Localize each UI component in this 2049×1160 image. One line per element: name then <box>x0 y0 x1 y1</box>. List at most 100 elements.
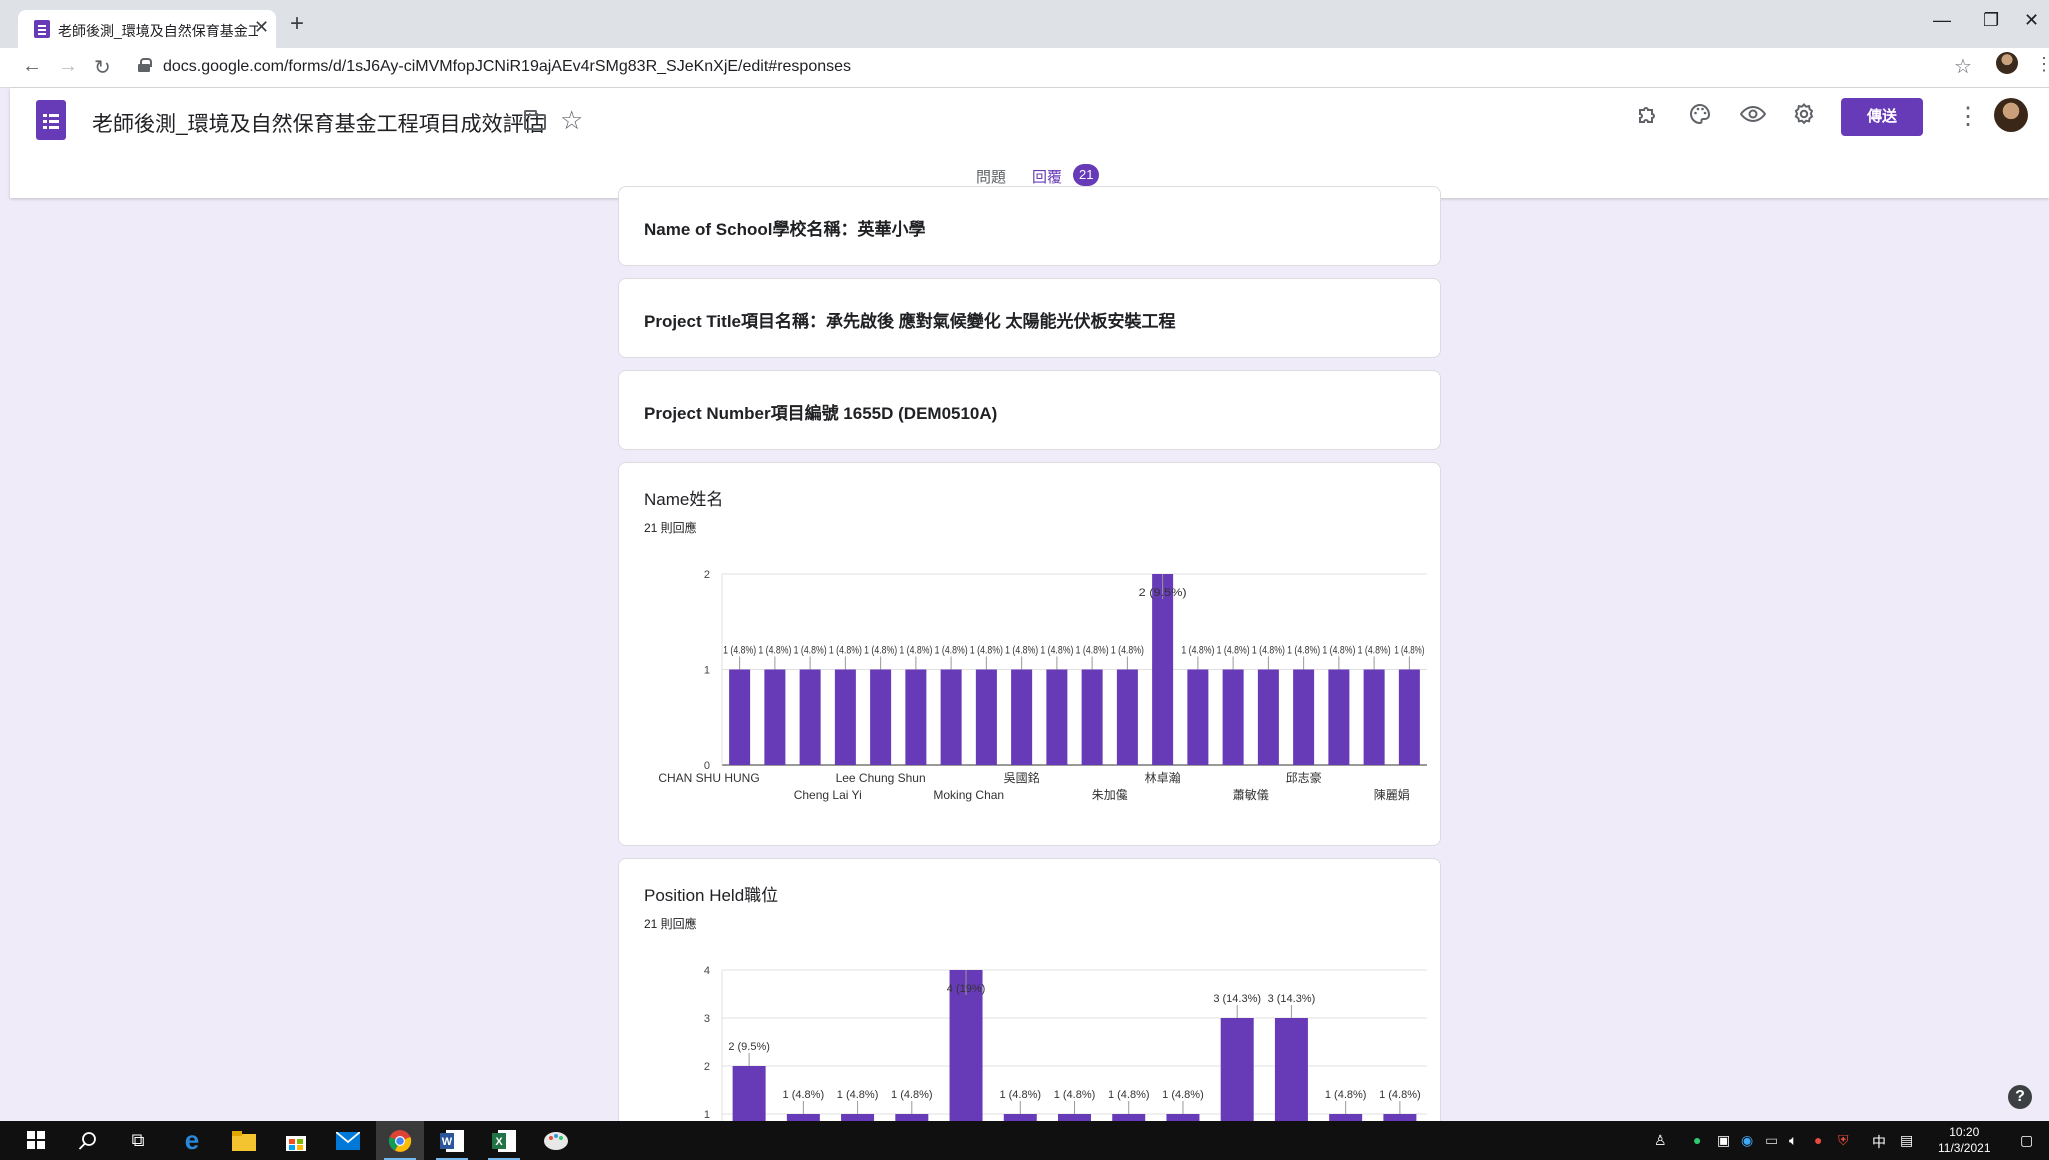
tray-app-icon[interactable]: ● <box>1693 1132 1701 1148</box>
data-label: 1 (4.8%) <box>1287 645 1320 657</box>
x-tick-label: Lee Chung Shun <box>836 771 926 785</box>
bar <box>940 669 962 765</box>
data-label: 1 (4.8%) <box>1181 645 1214 657</box>
url-field[interactable]: docs.google.com/forms/d/1sJ6Ay-ciMVMfopJ… <box>163 58 851 76</box>
data-label: 1 (4.8%) <box>1076 645 1109 657</box>
star-icon[interactable]: ☆ <box>560 105 583 136</box>
tray-app-icon[interactable]: ◉ <box>1741 1132 1753 1149</box>
x-tick-label: 林卓瀚 <box>1145 770 1181 785</box>
reload-icon[interactable]: ↻ <box>94 55 111 80</box>
bookmark-star-icon[interactable]: ☆ <box>1954 54 1972 79</box>
chrome-icon[interactable] <box>376 1121 424 1160</box>
forward-icon[interactable]: → <box>58 55 78 78</box>
search-icon[interactable] <box>64 1121 112 1160</box>
tray-app-icon[interactable]: ● <box>1814 1132 1822 1148</box>
x-tick-label: 陳麗娟 <box>1374 788 1410 802</box>
data-label: 1 (4.8%) <box>1040 645 1073 657</box>
browser-tab[interactable]: 老師後測_環境及自然保育基金工 ✕ <box>18 10 276 48</box>
security-shield-icon[interactable]: ⛨ <box>1838 1132 1849 1149</box>
bar <box>764 669 786 765</box>
close-window-icon[interactable]: ✕ <box>2024 10 2039 31</box>
more-options-icon[interactable]: ⋮ <box>1956 102 1980 131</box>
help-icon[interactable]: ? <box>2008 1085 2032 1109</box>
tab-title: 老師後測_環境及自然保育基金工 <box>58 23 258 39</box>
browser-menu-icon[interactable]: ⋮ <box>2035 54 2049 75</box>
data-label: 1 (4.8%) <box>1358 645 1391 657</box>
data-label: 2 (9.5%) <box>728 1041 770 1053</box>
taskbar-clock[interactable]: 10:20 11/3/2021 <box>1938 1124 1991 1156</box>
people-icon[interactable]: ♙ <box>1654 1132 1667 1149</box>
bar <box>1328 669 1350 765</box>
volume-icon[interactable]: 🔈︎ <box>1789 1132 1797 1149</box>
data-label: 1 (4.8%) <box>899 645 932 657</box>
y-tick-label: 1 <box>704 665 710 677</box>
preview-eye-icon[interactable] <box>1739 102 1767 133</box>
windows-start-icon[interactable] <box>12 1121 60 1160</box>
bar <box>1293 669 1315 765</box>
excel-icon[interactable]: X <box>480 1121 528 1160</box>
send-button[interactable]: 傳送 <box>1841 98 1923 136</box>
bar <box>1081 669 1103 765</box>
palette-icon[interactable] <box>1688 102 1712 133</box>
name-chart-card: Name姓名 21 則回應 0121 (4.8%) 1 (4.8%) 1 (4.8%… <box>618 462 1441 846</box>
settings-gear-icon[interactable] <box>1792 102 1816 133</box>
minimize-icon[interactable]: — <box>1933 10 1951 31</box>
keyboard-layout-icon[interactable]: ▤ <box>1900 1132 1913 1149</box>
bar <box>1257 669 1279 765</box>
form-title[interactable]: 老師後測_環境及自然保育基金工程項目成效評估 <box>92 108 545 138</box>
restore-icon[interactable]: ❐ <box>1983 10 1999 31</box>
x-tick-label: 邱志豪 <box>1286 770 1322 785</box>
lock-icon <box>138 58 152 72</box>
data-label: 1 (4.8%) <box>1108 1089 1150 1101</box>
notifications-icon[interactable]: ▢ <box>2020 1132 2033 1149</box>
account-avatar[interactable] <box>1994 98 2028 132</box>
data-label: 4 (19%) <box>947 983 986 995</box>
tray-app-icon[interactable]: ▣ <box>1717 1132 1730 1149</box>
data-label: 1 (4.8%) <box>794 645 827 657</box>
data-label: 1 (4.8%) <box>1394 645 1424 657</box>
data-label: 1 (4.8%) <box>829 645 862 657</box>
bar <box>905 669 927 765</box>
y-tick-label: 4 <box>704 965 710 977</box>
mail-icon[interactable] <box>324 1121 372 1160</box>
tab-responses[interactable]: 回覆 <box>1032 166 1062 187</box>
word-icon[interactable]: W <box>428 1121 476 1160</box>
data-label: 1 (4.8%) <box>1217 645 1250 657</box>
tab-close-icon[interactable]: ✕ <box>254 17 269 38</box>
data-label: 3 (14.3%) <box>1213 993 1261 1005</box>
data-label: 3 (14.3%) <box>1268 993 1316 1005</box>
y-tick-label: 2 <box>704 1061 710 1073</box>
clock-time: 10:20 <box>1949 1125 1980 1139</box>
x-tick-label: 朱加儳 <box>1092 787 1128 802</box>
addons-puzzle-icon[interactable] <box>1636 102 1660 133</box>
network-icon[interactable]: ▭ <box>1765 1132 1778 1149</box>
store-icon[interactable] <box>272 1121 320 1160</box>
data-label: 1 (4.8%) <box>1054 1089 1096 1101</box>
file-explorer-icon[interactable] <box>220 1121 268 1160</box>
bar <box>732 1066 766 1129</box>
forms-header: 老師後測_環境及自然保育基金工程項目成效評估 ☆ 傳送 ⋮ 問題 回覆 21 <box>10 88 2049 199</box>
data-label: 1 (4.8%) <box>1322 645 1355 657</box>
data-label: 1 (4.8%) <box>758 645 791 657</box>
data-label: 1 (4.8%) <box>1005 645 1038 657</box>
new-tab-icon[interactable]: + <box>290 12 304 36</box>
school-card: Name of School學校名稱：英華小學 <box>618 186 1441 266</box>
data-label: 1 (4.8%) <box>891 1089 933 1101</box>
browser-profile-avatar[interactable] <box>1996 52 2018 74</box>
tab-questions[interactable]: 問題 <box>976 166 1006 187</box>
data-label: 2 (9.5%) <box>1139 587 1187 599</box>
x-tick-label: Cheng Lai Yi <box>794 788 862 802</box>
bar <box>1220 1018 1254 1129</box>
name-bar-chart: 0121 (4.8%) 1 (4.8%) 1 (4.8%) 1 (4.8%) 1 (4.… <box>658 569 1427 802</box>
data-label: 1 (4.8%) <box>1252 645 1285 657</box>
data-label: 1 (4.8%) <box>783 1089 825 1101</box>
svg-text:X: X <box>495 1136 503 1148</box>
ime-indicator[interactable]: 中 <box>1872 1132 1886 1152</box>
data-label: 1 (4.8%) <box>1325 1089 1367 1101</box>
google-forms-logo-icon[interactable] <box>36 100 66 140</box>
edge-browser-icon[interactable]: e <box>168 1121 216 1160</box>
back-icon[interactable]: ← <box>22 55 42 78</box>
paint-icon[interactable] <box>532 1121 580 1160</box>
folder-icon[interactable] <box>524 110 546 130</box>
task-view-icon[interactable]: ⧉ <box>114 1121 162 1160</box>
